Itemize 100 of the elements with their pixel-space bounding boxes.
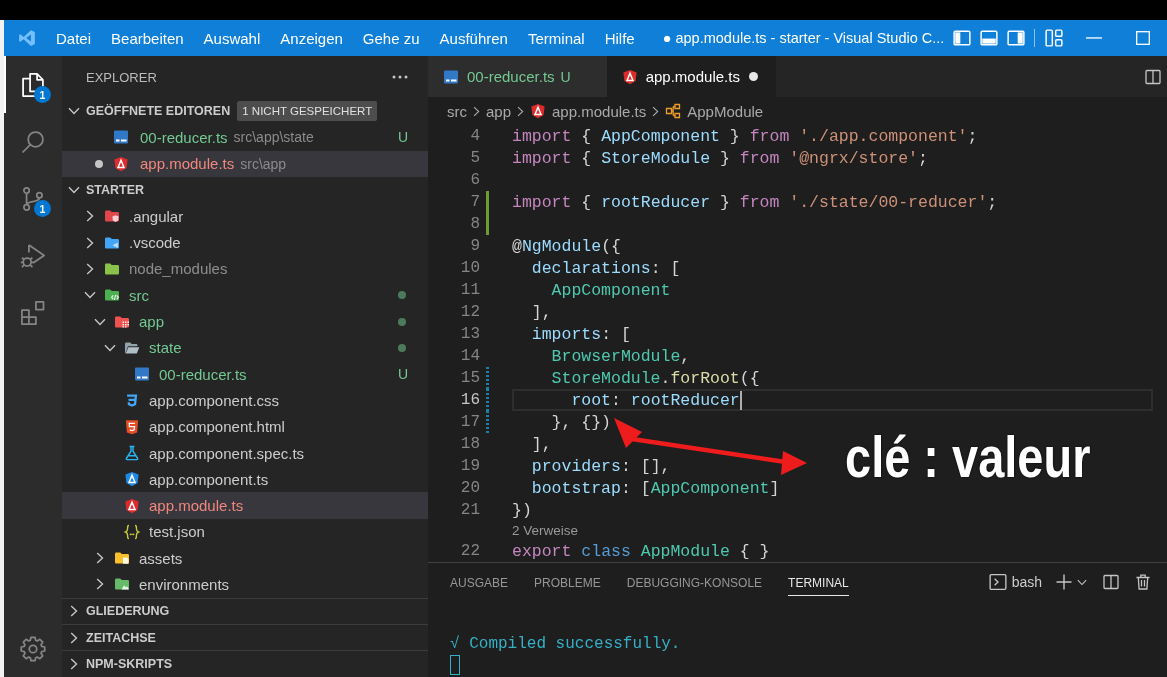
breadcrumb[interactable]: src	[447, 102, 467, 120]
code-line: imports: [	[530, 324, 631, 344]
tree-item[interactable]: test.json	[62, 518, 428, 546]
notification-badge: 1	[34, 86, 51, 103]
panel-tab[interactable]: PROBLEME	[534, 568, 601, 596]
split-editor-icon[interactable]	[1145, 68, 1161, 85]
chevron-down-icon[interactable]	[94, 317, 106, 326]
panel-toggle-icon[interactable]	[980, 29, 999, 47]
code-line: export class AppModule { }	[512, 541, 770, 561]
chevron-right-icon[interactable]	[70, 605, 78, 618]
line-number: 5	[469, 149, 480, 167]
line-number: 13	[459, 325, 480, 343]
menu-item[interactable]: Hilfe	[594, 29, 645, 47]
menu-item[interactable]: Gehe zu	[352, 29, 430, 47]
chevron-right-icon[interactable]	[70, 631, 78, 644]
file-path: src\app\state	[233, 129, 314, 146]
chevron-down-icon[interactable]	[84, 291, 96, 300]
layout-icon[interactable]	[1045, 29, 1064, 47]
code-line: import { AppComponent } from './app.component';	[512, 126, 978, 146]
line-number: 22	[459, 542, 480, 560]
panel-tab[interactable]: DEBUGGING-KONSOLE	[626, 568, 763, 596]
trash-icon[interactable]	[1135, 574, 1151, 590]
chevron-right-icon[interactable]	[70, 657, 78, 670]
split-terminal-icon[interactable]	[1103, 574, 1119, 590]
section-header[interactable]: NPM-SKRIPTS	[62, 650, 428, 677]
code-line: declarations: [	[530, 258, 681, 278]
more-actions-icon[interactable]	[392, 75, 408, 79]
terminal-icon	[988, 573, 1007, 591]
menu-item[interactable]: Auswahl	[193, 29, 271, 47]
code-line: root: rootReducer	[570, 390, 740, 410]
panel-tab[interactable]: AUSGABE	[450, 568, 509, 596]
chevron-down-icon[interactable]	[68, 186, 80, 195]
window-title: ● app.module.ts - starter - Visual Studio C...	[662, 30, 945, 46]
shield-icon	[113, 155, 129, 172]
minimize-icon[interactable]	[1085, 37, 1102, 39]
flask-icon	[124, 445, 140, 461]
file-type-icon	[113, 129, 129, 146]
line-number: 11	[459, 281, 480, 299]
editor-tab[interactable]: 00-reducer.ts U	[428, 56, 607, 97]
text-cursor	[739, 390, 742, 410]
tree-item[interactable]: app.component.spec.ts	[62, 439, 428, 467]
sidebar-toggle-icon[interactable]	[953, 29, 972, 47]
codelens-link[interactable]: 2 Verweise	[512, 523, 579, 538]
tree-item[interactable]: src	[62, 282, 428, 309]
chevron-right-icon[interactable]	[96, 552, 104, 565]
tree-item[interactable]: assets	[62, 545, 428, 572]
section-header[interactable]: GEÖFFNETE EDITOREN 1 NICHT GESPEICHERT	[62, 98, 428, 125]
tree-item[interactable]: state	[62, 334, 428, 361]
run-debug-icon[interactable]	[19, 241, 47, 270]
tree-item[interactable]: app.component.ts	[62, 466, 428, 493]
menu-item[interactable]: Ausführen	[429, 29, 518, 47]
tree-item[interactable]: node_modules	[62, 255, 428, 283]
chevron-down-icon[interactable]	[68, 107, 80, 116]
menu-item[interactable]: Datei	[46, 29, 102, 47]
tree-item[interactable]: environments	[62, 571, 428, 598]
git-status: U	[397, 129, 408, 146]
code-line: AppComponent	[550, 280, 671, 300]
editor-tab[interactable]: app.module.ts	[606, 56, 776, 97]
maximize-icon[interactable]	[1135, 31, 1150, 45]
panel-tab[interactable]: TERMINAL	[788, 568, 849, 596]
secondary-sidebar-toggle-icon[interactable]	[1007, 29, 1026, 47]
tree-item[interactable]: .vscode	[62, 229, 428, 256]
tree-item[interactable]: 00-reducer.ts U	[62, 360, 428, 388]
chevron-down-icon[interactable]	[1077, 578, 1087, 586]
section-header[interactable]: STARTER	[62, 176, 428, 204]
breadcrumb[interactable]: AppModule	[665, 102, 764, 120]
menu-item[interactable]: Terminal	[517, 29, 595, 47]
tree-item[interactable]: .angular	[62, 203, 428, 230]
line-number: 18	[459, 435, 480, 453]
code-line: import { rootReducer } from './state/00-reducer';	[512, 192, 998, 212]
menu-item[interactable]: Bearbeiten	[101, 29, 194, 47]
tree-item[interactable]: app.component.css	[62, 387, 428, 414]
tree-item[interactable]: app	[62, 308, 428, 335]
code-line: bootstrap: [AppComponent]	[530, 478, 780, 498]
code-line: })	[512, 500, 532, 520]
plus-icon[interactable]	[1056, 574, 1072, 590]
chevron-right-icon[interactable]	[86, 262, 94, 275]
breadcrumb[interactable]: app	[486, 102, 512, 120]
chevron-right-icon[interactable]	[96, 578, 104, 591]
shield-icon	[124, 471, 140, 488]
section-header[interactable]: ZEITACHSE	[62, 623, 428, 651]
chevron-down-icon[interactable]	[104, 343, 116, 352]
open-editor-item[interactable]: 00-reducer.ts src\app\state U	[62, 124, 428, 151]
chevron-right-icon[interactable]	[86, 210, 94, 223]
breadcrumb[interactable]: app.module.ts	[530, 102, 647, 120]
section-header[interactable]: GLIEDERUNG	[62, 597, 428, 624]
files-icon[interactable]	[19, 70, 47, 99]
tree-item[interactable]: app.component.html	[62, 413, 428, 440]
line-number: 14	[459, 347, 480, 365]
git-status: U	[560, 68, 571, 85]
tree-item[interactable]: app.module.ts	[62, 492, 428, 519]
chevron-right-icon	[652, 105, 660, 117]
terminal-selector[interactable]: bash	[988, 573, 1042, 591]
annotation-label: clé : valeur	[845, 428, 1091, 486]
unsaved-dot-icon[interactable]	[749, 72, 759, 81]
settings-icon[interactable]	[19, 634, 47, 663]
chevron-right-icon[interactable]	[86, 236, 94, 249]
menu-item[interactable]: Anzeigen	[270, 29, 353, 47]
open-editor-item[interactable]: app.module.ts src\app	[62, 150, 428, 177]
extensions-icon[interactable]	[19, 298, 47, 327]
